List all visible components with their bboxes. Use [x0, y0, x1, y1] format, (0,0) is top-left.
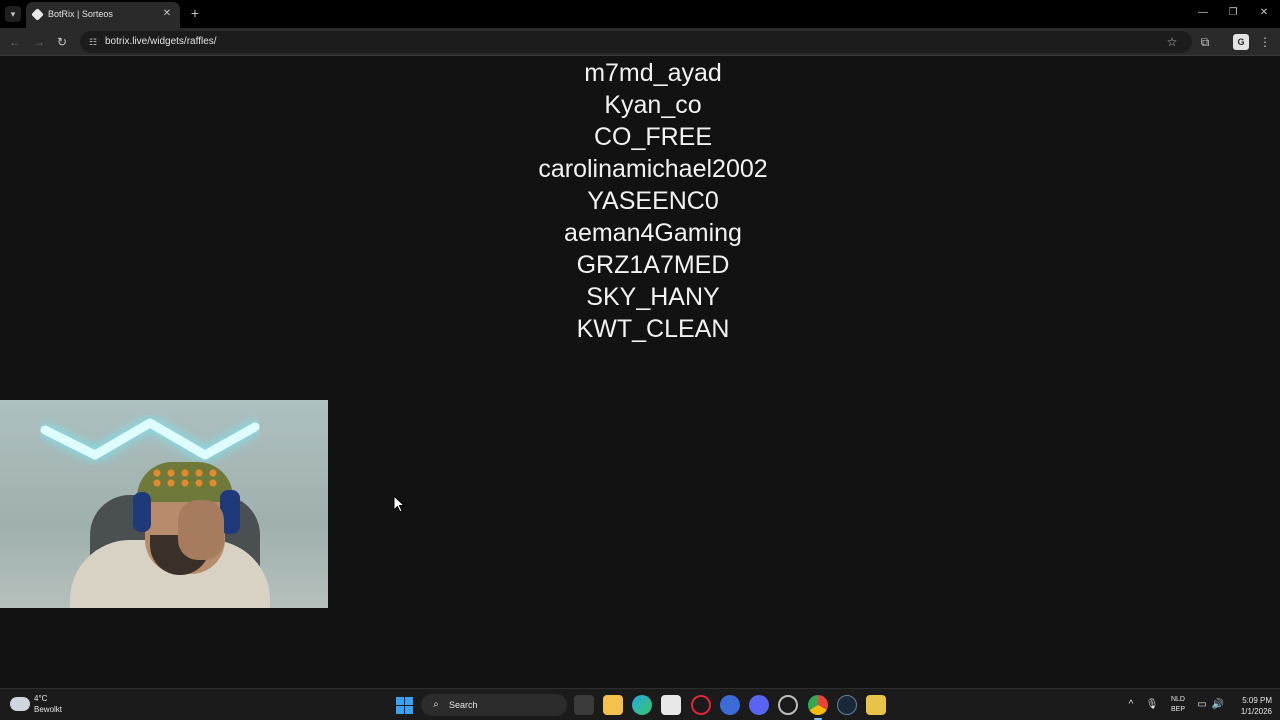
profile-avatar[interactable]: G [1233, 34, 1249, 50]
restore-button[interactable]: ❐ [1218, 4, 1248, 22]
raffle-winners-list: m7md_ayad Kyan_co CO_FREE carolinamichae… [433, 57, 873, 345]
file-explorer-icon[interactable] [603, 695, 623, 715]
store-icon[interactable] [661, 695, 681, 715]
browser-tab[interactable]: BotRix | Sorteos ✕ [26, 2, 180, 28]
close-tab-icon[interactable]: ✕ [160, 7, 174, 21]
search-icon: ⌕ [433, 699, 439, 710]
discord-icon[interactable] [749, 695, 769, 715]
task-view-icon[interactable] [574, 695, 594, 715]
site-info-icon[interactable]: ☷ [86, 35, 100, 49]
language-line-2: BEP [1170, 706, 1185, 713]
winner-name: carolinamichael2002 [538, 155, 768, 183]
chevron-up-icon[interactable]: ^ [1124, 698, 1138, 712]
address-bar[interactable]: ☷ botrix.live/widgets/raffles/ ☆ [80, 31, 1192, 53]
mouse-cursor-icon [393, 495, 405, 513]
cap-pattern [150, 468, 220, 488]
winner-name: m7md_ayad [584, 59, 722, 87]
back-button[interactable]: ← [6, 33, 24, 51]
close-window-button[interactable]: ✕ [1249, 4, 1279, 22]
edge-icon[interactable] [632, 695, 652, 715]
botrix-favicon-icon [31, 8, 44, 21]
browser-menu-icon[interactable]: ⋮ [1256, 33, 1274, 51]
minimize-button[interactable]: — [1188, 4, 1218, 22]
steam-icon[interactable] [837, 695, 857, 715]
opera-icon[interactable] [691, 695, 711, 715]
winner-name: CO_FREE [593, 123, 713, 151]
webcam-overlay [0, 400, 328, 608]
clock-time: 5:09 PM [1242, 696, 1272, 705]
tab-title: BotRix | Sorteos [48, 9, 113, 19]
headphone-left [133, 492, 151, 532]
tab-strip: ▾ BotRix | Sorteos ✕ + — ❐ ✕ [0, 0, 1280, 28]
winner-name: Kyan_co [604, 91, 702, 119]
search-label: Search [449, 700, 478, 710]
forward-button[interactable]: → [30, 33, 48, 51]
extensions-puzzle-icon[interactable]: ⧉ [1196, 33, 1214, 51]
cloud-icon [10, 697, 30, 711]
new-tab-button[interactable]: + [187, 6, 203, 22]
neon-sign [40, 418, 260, 460]
reload-button[interactable]: ↻ [53, 33, 71, 51]
language-indicator[interactable]: NLD BEP [1167, 695, 1189, 715]
app-icon[interactable] [778, 695, 798, 715]
streamer-hand [178, 500, 224, 560]
network-icon[interactable]: ▭ [1195, 698, 1209, 712]
clock-date: 1/1/2026 [1240, 707, 1272, 716]
app-icon[interactable] [866, 695, 886, 715]
url-text[interactable]: botrix.live/widgets/raffles/ [105, 36, 217, 47]
tab-search-button[interactable]: ▾ [5, 6, 21, 22]
taskbar: 4°C Bewolkt ⌕ Search ^ 🎙 NLD BEP ▭ 🔊 5:0… [0, 688, 1280, 720]
winner-name: aeman4Gaming [564, 219, 742, 247]
language-line-1: NLD [1170, 696, 1185, 703]
chrome-icon[interactable] [808, 695, 828, 720]
winner-name: YASEENC0 [587, 187, 719, 215]
microphone-icon[interactable]: 🎙 [1145, 698, 1159, 712]
weather-temperature: 4°C [34, 694, 48, 703]
winner-name: SKY_HANY [586, 283, 720, 311]
clock[interactable]: 5:09 PM 1/1/2026 [1230, 695, 1272, 717]
windows-start-icon[interactable] [396, 697, 413, 714]
winner-name: GRZ1A7MED [576, 251, 730, 279]
app-icon[interactable] [720, 695, 740, 715]
bookmark-star-icon[interactable]: ☆ [1164, 34, 1180, 50]
weather-condition: Bewolkt [34, 705, 63, 714]
page-content: m7md_ayad Kyan_co CO_FREE carolinamichae… [0, 57, 1280, 688]
browser-toolbar: ← → ↻ ☷ botrix.live/widgets/raffles/ ☆ ⧉… [0, 28, 1280, 56]
volume-icon[interactable]: 🔊 [1211, 698, 1225, 712]
winner-name: KWT_CLEAN [576, 315, 730, 343]
taskbar-search[interactable]: ⌕ Search [421, 694, 567, 716]
